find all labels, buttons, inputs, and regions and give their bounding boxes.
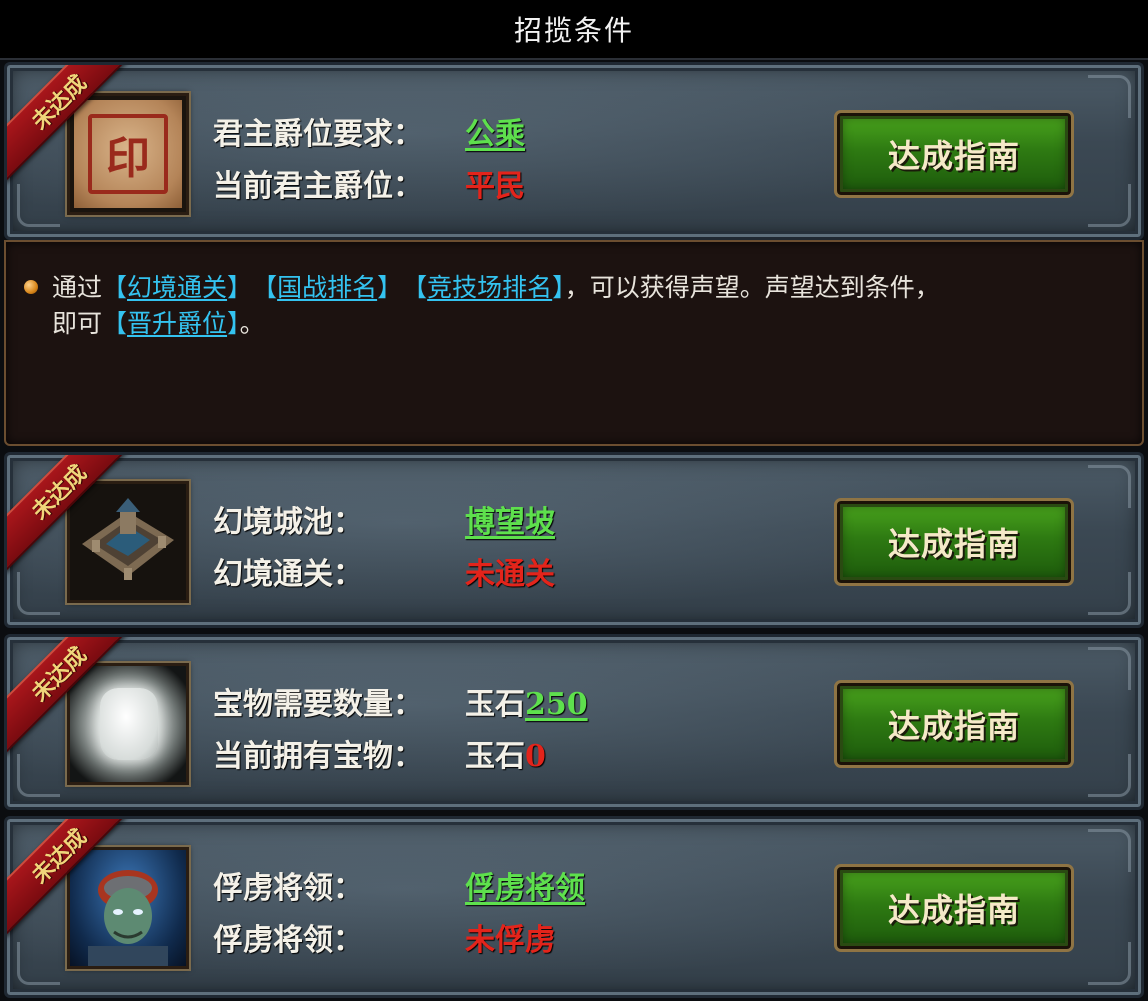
illusion-city-icon: [65, 479, 191, 605]
treasure-owned-value: 玉石0: [465, 739, 546, 774]
link-national-war-rank[interactable]: 【国战排名】: [265, 273, 390, 302]
illusion-city-value[interactable]: 博望坡: [465, 497, 555, 541]
illusion-city-label: 幻境城池：: [213, 505, 363, 540]
seal-glyph: 印: [106, 133, 150, 184]
illusion-clear-value: 未通关: [465, 557, 555, 592]
captive-general-icon: [65, 845, 191, 971]
guide-button-treasure[interactable]: 达成指南: [834, 680, 1074, 768]
treasure-owned-label: 当前拥有宝物：: [213, 739, 423, 774]
corner-ornament: [1088, 184, 1131, 227]
info-box: 通过【幻境通关】 【国战排名】 【竞技场排名】，可以获得声望。声望达到条件， 即…: [4, 240, 1144, 446]
bullet-icon: [24, 280, 38, 294]
recruit-conditions-window: 招揽条件 未达成 印 君主爵位要求： 公乘 当前君主爵位： 平民 达成指南 通过…: [0, 0, 1148, 1001]
noble-seal-icon: 印: [65, 91, 191, 217]
illusion-clear-label: 幻境通关：: [213, 557, 363, 592]
corner-ornament: [17, 754, 60, 797]
guide-button-illusion-city[interactable]: 达成指南: [834, 498, 1074, 586]
guide-button-captive-general[interactable]: 达成指南: [834, 864, 1074, 952]
corner-ornament: [1088, 75, 1131, 118]
condition-card-captive-general: 未达成 俘虏将领： 俘虏将领 俘虏将领： 未俘虏 达成指南: [4, 816, 1144, 998]
window-title: 招揽条件: [513, 14, 634, 47]
corner-ornament: [1088, 942, 1131, 985]
info-text: 通过【幻境通关】 【国战排名】 【竞技场排名】，可以获得声望。声望达到条件， 即…: [52, 273, 940, 338]
link-arena-rank[interactable]: 【竞技场排名】: [415, 273, 565, 302]
corner-ornament: [1088, 647, 1131, 690]
treasure-required-value: 玉石250: [465, 687, 588, 722]
jade-stone-icon: [65, 661, 191, 787]
corner-ornament: [17, 572, 60, 615]
title-bar: 招揽条件: [0, 0, 1148, 60]
required-rank-label: 君主爵位要求：: [213, 117, 423, 152]
corner-ornament: [1088, 465, 1131, 508]
corner-ornament: [17, 942, 60, 985]
current-rank-label: 当前君主爵位：: [213, 169, 423, 204]
condition-card-illusion-city: 未达成 幻境城池： 博望坡 幻境通关： 未通关 达成指南: [4, 452, 1144, 628]
guide-button-noble-rank[interactable]: 达成指南: [834, 110, 1074, 198]
corner-ornament: [1088, 829, 1131, 872]
captive-status-value: 未俘虏: [465, 923, 555, 958]
treasure-required-label: 宝物需要数量：: [213, 687, 423, 722]
condition-card-noble-rank: 未达成 印 君主爵位要求： 公乘 当前君主爵位： 平民 达成指南: [4, 62, 1144, 240]
link-illusion-clear[interactable]: 【幻境通关】: [102, 273, 240, 302]
captive-general-value[interactable]: 俘虏将领: [465, 863, 585, 907]
corner-ornament: [17, 184, 60, 227]
required-rank-value[interactable]: 公乘: [465, 109, 525, 153]
captive-status-label: 俘虏将领：: [213, 923, 363, 958]
corner-ornament: [1088, 572, 1131, 615]
corner-ornament: [1088, 754, 1131, 797]
current-rank-value: 平民: [465, 169, 525, 204]
link-promote-rank[interactable]: 【晋升爵位】: [102, 309, 240, 338]
captive-general-label: 俘虏将领：: [213, 871, 363, 906]
condition-card-treasure: 未达成 宝物需要数量： 玉石250 当前拥有宝物： 玉石0 达成指南: [4, 634, 1144, 810]
